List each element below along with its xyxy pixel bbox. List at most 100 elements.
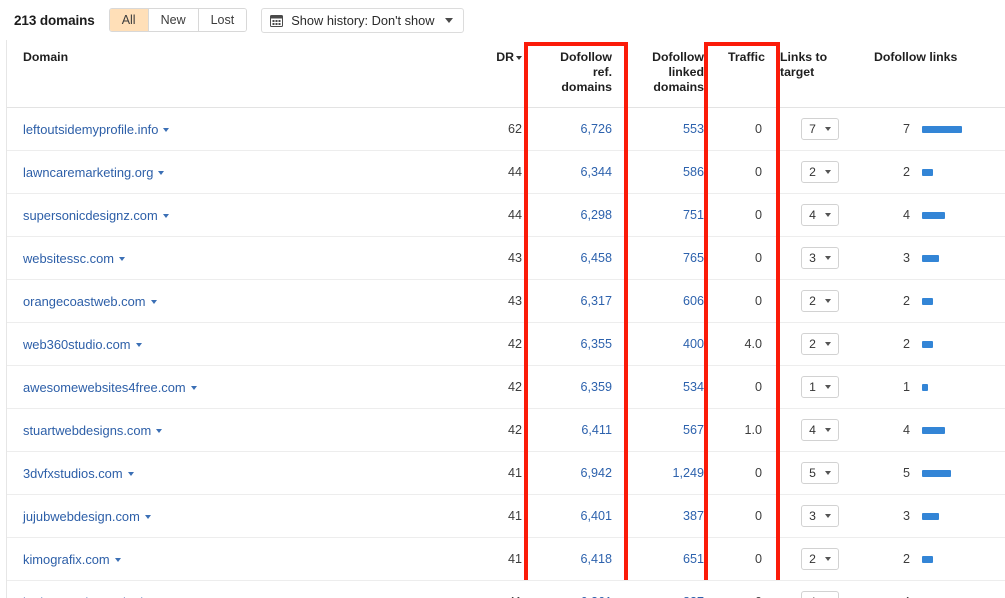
cell-traffic: 0 xyxy=(718,451,774,495)
cell-traffic: 1.0 xyxy=(718,408,774,452)
domain-link[interactable]: web360studio.com xyxy=(23,337,131,352)
dofollow-ref-domains-link[interactable]: 6,355 xyxy=(580,337,612,351)
chevron-down-icon xyxy=(824,385,831,389)
filter-tab-new[interactable]: New xyxy=(148,9,199,31)
domain-link[interactable]: kimografix.com xyxy=(23,552,110,567)
domain-link[interactable]: leftoutsidemyprofile.info xyxy=(23,122,158,137)
dofollow-ref-domains-link[interactable]: 6,317 xyxy=(580,294,612,308)
links-to-target-select[interactable]: 3 xyxy=(801,505,839,527)
domain-menu-chevron-down-icon[interactable] xyxy=(144,515,151,520)
dofollow-ref-domains-link[interactable]: 6,411 xyxy=(581,423,612,437)
links-to-target-select[interactable]: 4 xyxy=(801,419,839,441)
domain-menu-chevron-down-icon[interactable] xyxy=(158,171,165,176)
cell-dr: 43 xyxy=(477,236,532,280)
domain-menu-chevron-down-icon[interactable] xyxy=(114,558,121,563)
cell-dofollow-linked-domains: 765 xyxy=(626,236,718,280)
cell-links-to-target: 4 xyxy=(774,580,866,598)
dofollow-ref-domains-link[interactable]: 6,458 xyxy=(580,251,612,265)
filter-tab-lost[interactable]: Lost xyxy=(198,9,247,31)
dofollow-links-value: 2 xyxy=(902,552,910,566)
cell-dofollow-ref-domains: 6,418 xyxy=(532,537,626,581)
show-history-button[interactable]: Show history: Don't show xyxy=(261,7,464,33)
cell-traffic: 0 xyxy=(718,150,774,194)
domain-link[interactable]: ignitesecurity.marketing xyxy=(23,595,157,598)
dofollow-links-value: 7 xyxy=(902,122,910,136)
cell-dr: 42 xyxy=(477,322,532,366)
links-to-target-select[interactable]: 2 xyxy=(801,548,839,570)
dofollow-ref-domains-link[interactable]: 6,344 xyxy=(580,165,612,179)
column-header-traffic[interactable]: Traffic xyxy=(718,40,774,108)
dofollow-linked-domains-link[interactable]: 751 xyxy=(683,208,704,222)
column-header-dofollow-ref-domains[interactable]: Dofollow ref. domains xyxy=(532,40,626,108)
column-header-dr[interactable]: DR xyxy=(477,40,532,108)
domain-link[interactable]: websitessc.com xyxy=(23,251,114,266)
domain-menu-chevron-down-icon[interactable] xyxy=(127,472,134,477)
links-to-target-select[interactable]: 2 xyxy=(801,333,839,355)
filter-tab-all[interactable]: All xyxy=(109,9,149,31)
links-to-target-select[interactable]: 7 xyxy=(801,118,839,140)
dofollow-linked-domains-link[interactable]: 567 xyxy=(683,423,704,437)
dofollow-ref-domains-link[interactable]: 6,359 xyxy=(580,380,612,394)
cell-dofollow-links: 1 xyxy=(866,365,1005,409)
cell-dr: 44 xyxy=(477,193,532,237)
links-to-target-value: 3 xyxy=(809,251,816,265)
dofollow-linked-domains-link[interactable]: 651 xyxy=(683,552,704,566)
cell-dr: 62 xyxy=(477,107,532,151)
links-to-target-select[interactable]: 5 xyxy=(801,462,839,484)
domain-menu-chevron-down-icon[interactable] xyxy=(163,128,170,133)
cell-dofollow-ref-domains: 6,359 xyxy=(532,365,626,409)
table-row: websitessc.com 43 6,458 765 0 3 3 xyxy=(7,236,1005,280)
links-to-target-select[interactable]: 3 xyxy=(801,247,839,269)
dofollow-ref-domains-link[interactable]: 6,401 xyxy=(580,509,612,523)
dofollow-ref-domains-link[interactable]: 6,726 xyxy=(580,122,612,136)
dofollow-linked-domains-link[interactable]: 400 xyxy=(683,337,704,351)
cell-dofollow-links: 3 xyxy=(866,494,1005,538)
links-to-target-value: 2 xyxy=(809,552,816,566)
cell-dofollow-ref-domains: 6,317 xyxy=(532,279,626,323)
column-header-dofollow-linked-domains[interactable]: Dofollow linked domains xyxy=(626,40,718,108)
column-header-domain[interactable]: Domain xyxy=(7,40,477,108)
column-header-dofollow-links[interactable]: Dofollow links xyxy=(866,40,1005,108)
cell-domain: lawncaremarketing.org xyxy=(7,150,477,194)
dofollow-linked-domains-link[interactable]: 586 xyxy=(683,165,704,179)
domain-link[interactable]: lawncaremarketing.org xyxy=(23,165,153,180)
dofollow-linked-domains-link[interactable]: 553 xyxy=(683,122,704,136)
links-to-target-select[interactable]: 1 xyxy=(801,376,839,398)
cell-dofollow-linked-domains: 553 xyxy=(626,107,718,151)
dofollow-links-value: 1 xyxy=(902,380,910,394)
cell-links-to-target: 3 xyxy=(774,236,866,280)
dofollow-linked-domains-link[interactable]: 765 xyxy=(683,251,704,265)
domain-menu-chevron-down-icon[interactable] xyxy=(156,429,163,434)
cell-dr: 41 xyxy=(477,494,532,538)
links-to-target-select[interactable]: 2 xyxy=(801,290,839,312)
domain-link[interactable]: supersonicdesignz.com xyxy=(23,208,158,223)
dofollow-links-bar xyxy=(922,254,940,262)
column-header-links-to-target[interactable]: Links to target xyxy=(774,40,866,108)
cell-traffic: 0 xyxy=(718,193,774,237)
links-to-target-select[interactable]: 4 xyxy=(801,204,839,226)
dofollow-linked-domains-link[interactable]: 387 xyxy=(683,509,704,523)
dofollow-linked-domains-link[interactable]: 606 xyxy=(683,294,704,308)
domain-link[interactable]: 3dvfxstudios.com xyxy=(23,466,123,481)
cell-dr: 44 xyxy=(477,150,532,194)
domain-menu-chevron-down-icon[interactable] xyxy=(190,386,197,391)
cell-dofollow-links: 4 xyxy=(866,580,1005,598)
domain-menu-chevron-down-icon[interactable] xyxy=(118,257,125,262)
links-to-target-select[interactable]: 2 xyxy=(801,161,839,183)
domain-link[interactable]: orangecoastweb.com xyxy=(23,294,146,309)
domain-menu-chevron-down-icon[interactable] xyxy=(162,214,169,219)
domain-link[interactable]: awesomewebsites4free.com xyxy=(23,380,186,395)
dofollow-ref-domains-link[interactable]: 6,942 xyxy=(580,466,612,480)
dofollow-linked-domains-link[interactable]: 534 xyxy=(683,380,704,394)
cell-dofollow-links: 7 xyxy=(866,107,1005,151)
domain-menu-chevron-down-icon[interactable] xyxy=(135,343,142,348)
filter-segmented-control: All New Lost xyxy=(108,8,248,32)
domain-link[interactable]: stuartwebdesigns.com xyxy=(23,423,151,438)
dofollow-ref-domains-link[interactable]: 6,418 xyxy=(580,552,612,566)
links-to-target-select[interactable]: 4 xyxy=(801,591,839,598)
dofollow-ref-domains-link[interactable]: 6,298 xyxy=(580,208,612,222)
domain-link[interactable]: jujubwebdesign.com xyxy=(23,509,140,524)
cell-dofollow-ref-domains: 6,344 xyxy=(532,150,626,194)
domain-menu-chevron-down-icon[interactable] xyxy=(150,300,157,305)
dofollow-linked-domains-link[interactable]: 1,249 xyxy=(672,466,704,480)
